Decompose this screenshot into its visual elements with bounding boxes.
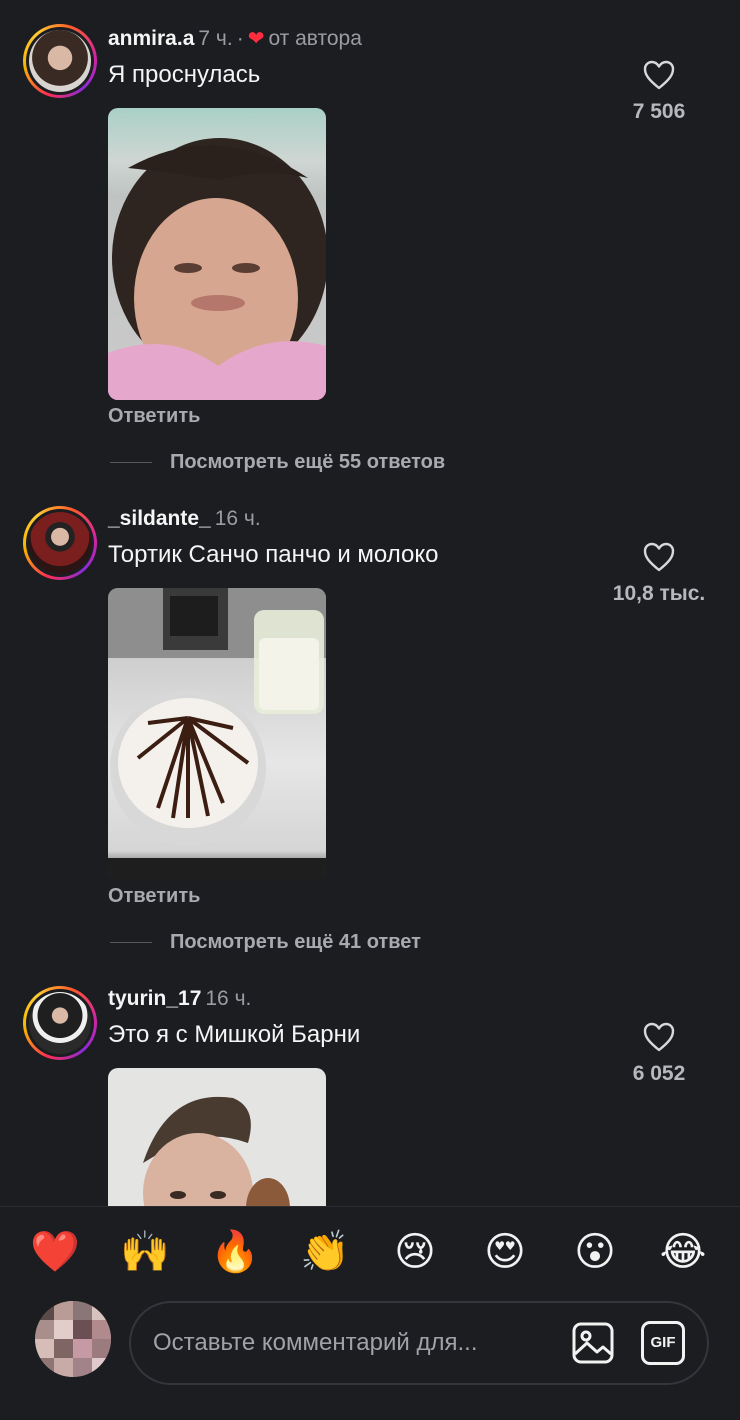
reaction-laughing-button[interactable]: 😂 (658, 1227, 708, 1277)
reply-button[interactable]: Ответить (108, 405, 200, 428)
view-more-replies[interactable]: Посмотреть ещё 41 ответ (110, 929, 421, 955)
avatar (29, 992, 91, 1054)
comment-meta: tyurin_17 16 ч. (108, 986, 251, 1012)
reaction-clap-button[interactable]: 👏 (300, 1227, 350, 1277)
comment-text: Я проснулась (108, 61, 261, 88)
image-icon (572, 1322, 614, 1364)
like-button[interactable]: 6 052 (599, 1022, 719, 1086)
divider (110, 461, 152, 463)
separator-dot: · (236, 27, 244, 50)
selfie-with-barni-image (143, 1096, 290, 1206)
like-count: 7 506 (632, 100, 686, 123)
username[interactable]: anmira.a (108, 27, 194, 50)
story-avatar-tyurin[interactable] (23, 986, 97, 1060)
avatar (29, 30, 91, 92)
heart-outline-icon (643, 60, 675, 90)
author-liked-label: от автора (268, 27, 362, 50)
divider (110, 941, 152, 943)
comment-meta: _sildante_ 16 ч. (108, 506, 261, 532)
reaction-surprised-button[interactable]: 😮 (570, 1227, 620, 1277)
comment-photo[interactable] (108, 588, 326, 880)
avatar (29, 512, 91, 574)
like-count: 10,8 тыс. (612, 582, 706, 605)
reaction-raised-hands-button[interactable]: 🙌 (120, 1227, 170, 1277)
heart-outline-icon (643, 542, 675, 572)
view-more-replies[interactable]: Посмотреть ещё 55 ответов (110, 449, 445, 475)
gif-button[interactable]: GIF (641, 1321, 685, 1365)
view-more-replies-label: Посмотреть ещё 55 ответов (170, 450, 446, 473)
attach-image-button[interactable] (571, 1321, 615, 1365)
username[interactable]: _sildante_ (108, 507, 211, 530)
cake-and-milk-image (108, 588, 326, 880)
reaction-fire-button[interactable]: 🔥 (210, 1227, 260, 1277)
quick-reactions: ❤️ 🙌 🔥 👏 😢 😍 😮 😂 (0, 1227, 740, 1277)
comment-input-placeholder: Оставьте комментарий для... (153, 1329, 478, 1356)
comment-meta: anmira.a 7 ч. · ❤ от автора (108, 26, 362, 52)
story-avatar-anmira[interactable] (23, 24, 97, 98)
like-count: 6 052 (632, 1062, 686, 1085)
reaction-heart-button[interactable]: ❤️ (30, 1227, 80, 1277)
comment-composer-panel: ❤️ 🙌 🔥 👏 😢 😍 😮 😂 Оставьте комментарий дл… (0, 1206, 740, 1420)
current-user-avatar (35, 1301, 111, 1377)
like-button[interactable]: 7 506 (599, 60, 719, 124)
reaction-heart-eyes-button[interactable]: 😍 (480, 1227, 530, 1277)
heart-icon: ❤ (247, 28, 265, 50)
timestamp: 7 ч. (198, 27, 233, 50)
comment-text: Тортик Санчо панчо и молоко (108, 541, 439, 568)
username[interactable]: tyurin_17 (108, 987, 201, 1010)
timestamp: 16 ч. (205, 987, 252, 1010)
comment-text: Это я с Мишкой Барни (108, 1021, 361, 1048)
selfie-in-bed-image (108, 138, 326, 400)
comment-photo[interactable] (108, 108, 326, 400)
comment-input-field[interactable]: Оставьте комментарий для... GIF (129, 1301, 709, 1385)
like-button[interactable]: 10,8 тыс. (599, 542, 719, 606)
comments-feed[interactable]: anmira.a 7 ч. · ❤ от автора Я проснулась 7 5… (0, 0, 740, 1206)
reply-button[interactable]: Ответить (108, 885, 200, 908)
story-avatar-sildante[interactable] (23, 506, 97, 580)
comment-photo[interactable] (108, 1068, 326, 1206)
timestamp: 16 ч. (214, 507, 261, 530)
reaction-crying-button[interactable]: 😢 (390, 1227, 440, 1277)
heart-outline-icon (643, 1022, 675, 1052)
view-more-replies-label: Посмотреть ещё 41 ответ (170, 930, 421, 953)
